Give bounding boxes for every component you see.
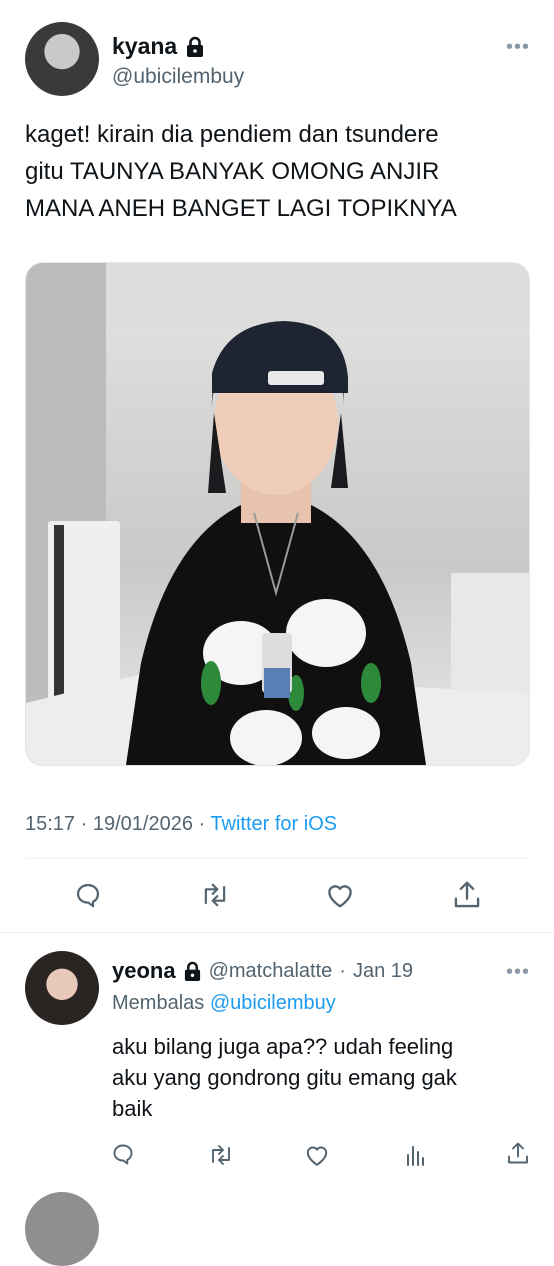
next-reply-avatar[interactable] (25, 1192, 99, 1266)
tweet-source-link[interactable]: Twitter for iOS (210, 813, 337, 835)
replying-prefix: Membalas (112, 992, 205, 1014)
reply-icon[interactable] (111, 1142, 135, 1166)
reply-icon[interactable] (74, 881, 102, 909)
lock-icon (183, 961, 202, 982)
tweet-photo[interactable] (25, 262, 530, 766)
heart-icon[interactable] (304, 1143, 330, 1167)
reply-text-line: aku bilang juga apa?? udah feeling (112, 1034, 454, 1059)
author-avatar[interactable] (25, 22, 99, 96)
divider (25, 858, 528, 859)
author-name[interactable]: kyana (112, 33, 177, 60)
author-name-row: kyana (112, 33, 205, 60)
replying-to: Membalas @ubicilembuy (112, 992, 336, 1015)
reply-text: aku bilang juga apa?? udah feeling aku y… (112, 1031, 532, 1124)
meta-separator: · (198, 813, 206, 835)
tweet-text-line: gitu TAUNYA BANYAK OMONG ANJIR (25, 158, 440, 185)
lock-icon (185, 36, 205, 58)
tweet-text-line: MANA ANEH BANGET LAGI TOPIKNYA (25, 195, 457, 222)
meta-separator: · (339, 959, 346, 982)
tweet-meta: 15:17 · 19/01/2026 · Twitter for iOS (25, 813, 337, 836)
photo-illustration (26, 263, 529, 765)
tweet-date[interactable]: 19/01/2026 (93, 813, 193, 835)
reply-text-line: baik (112, 1096, 153, 1121)
retweet-icon[interactable] (199, 881, 231, 909)
tweet-text-line: kaget! kirain dia pendiem dan tsundere (25, 121, 439, 148)
tweet-time: 15:17 (25, 813, 76, 835)
reply-author-handle[interactable]: @matchalatte (209, 960, 333, 983)
reply-author-avatar[interactable] (25, 951, 99, 1025)
share-icon[interactable] (452, 879, 482, 911)
heart-icon[interactable] (325, 881, 355, 909)
reply-author-name[interactable]: yeona (112, 958, 176, 984)
reply-more-options-icon[interactable]: ••• (506, 961, 530, 984)
reply-header: yeona @matchalatte · Jan 19 (112, 958, 413, 984)
replying-to-link[interactable]: @ubicilembuy (210, 992, 336, 1014)
tweet-text: kaget! kirain dia pendiem dan tsundere g… (25, 116, 535, 227)
retweet-icon[interactable] (207, 1143, 235, 1167)
reply-date[interactable]: Jan 19 (353, 960, 413, 983)
meta-separator: · (80, 813, 88, 835)
analytics-icon[interactable] (405, 1143, 427, 1167)
more-options-icon[interactable]: ••• (506, 36, 530, 59)
divider (0, 932, 554, 933)
share-icon[interactable] (506, 1140, 530, 1167)
author-handle[interactable]: @ubicilembuy (112, 65, 244, 89)
reply-text-line: aku yang gondrong gitu emang gak (112, 1065, 457, 1090)
